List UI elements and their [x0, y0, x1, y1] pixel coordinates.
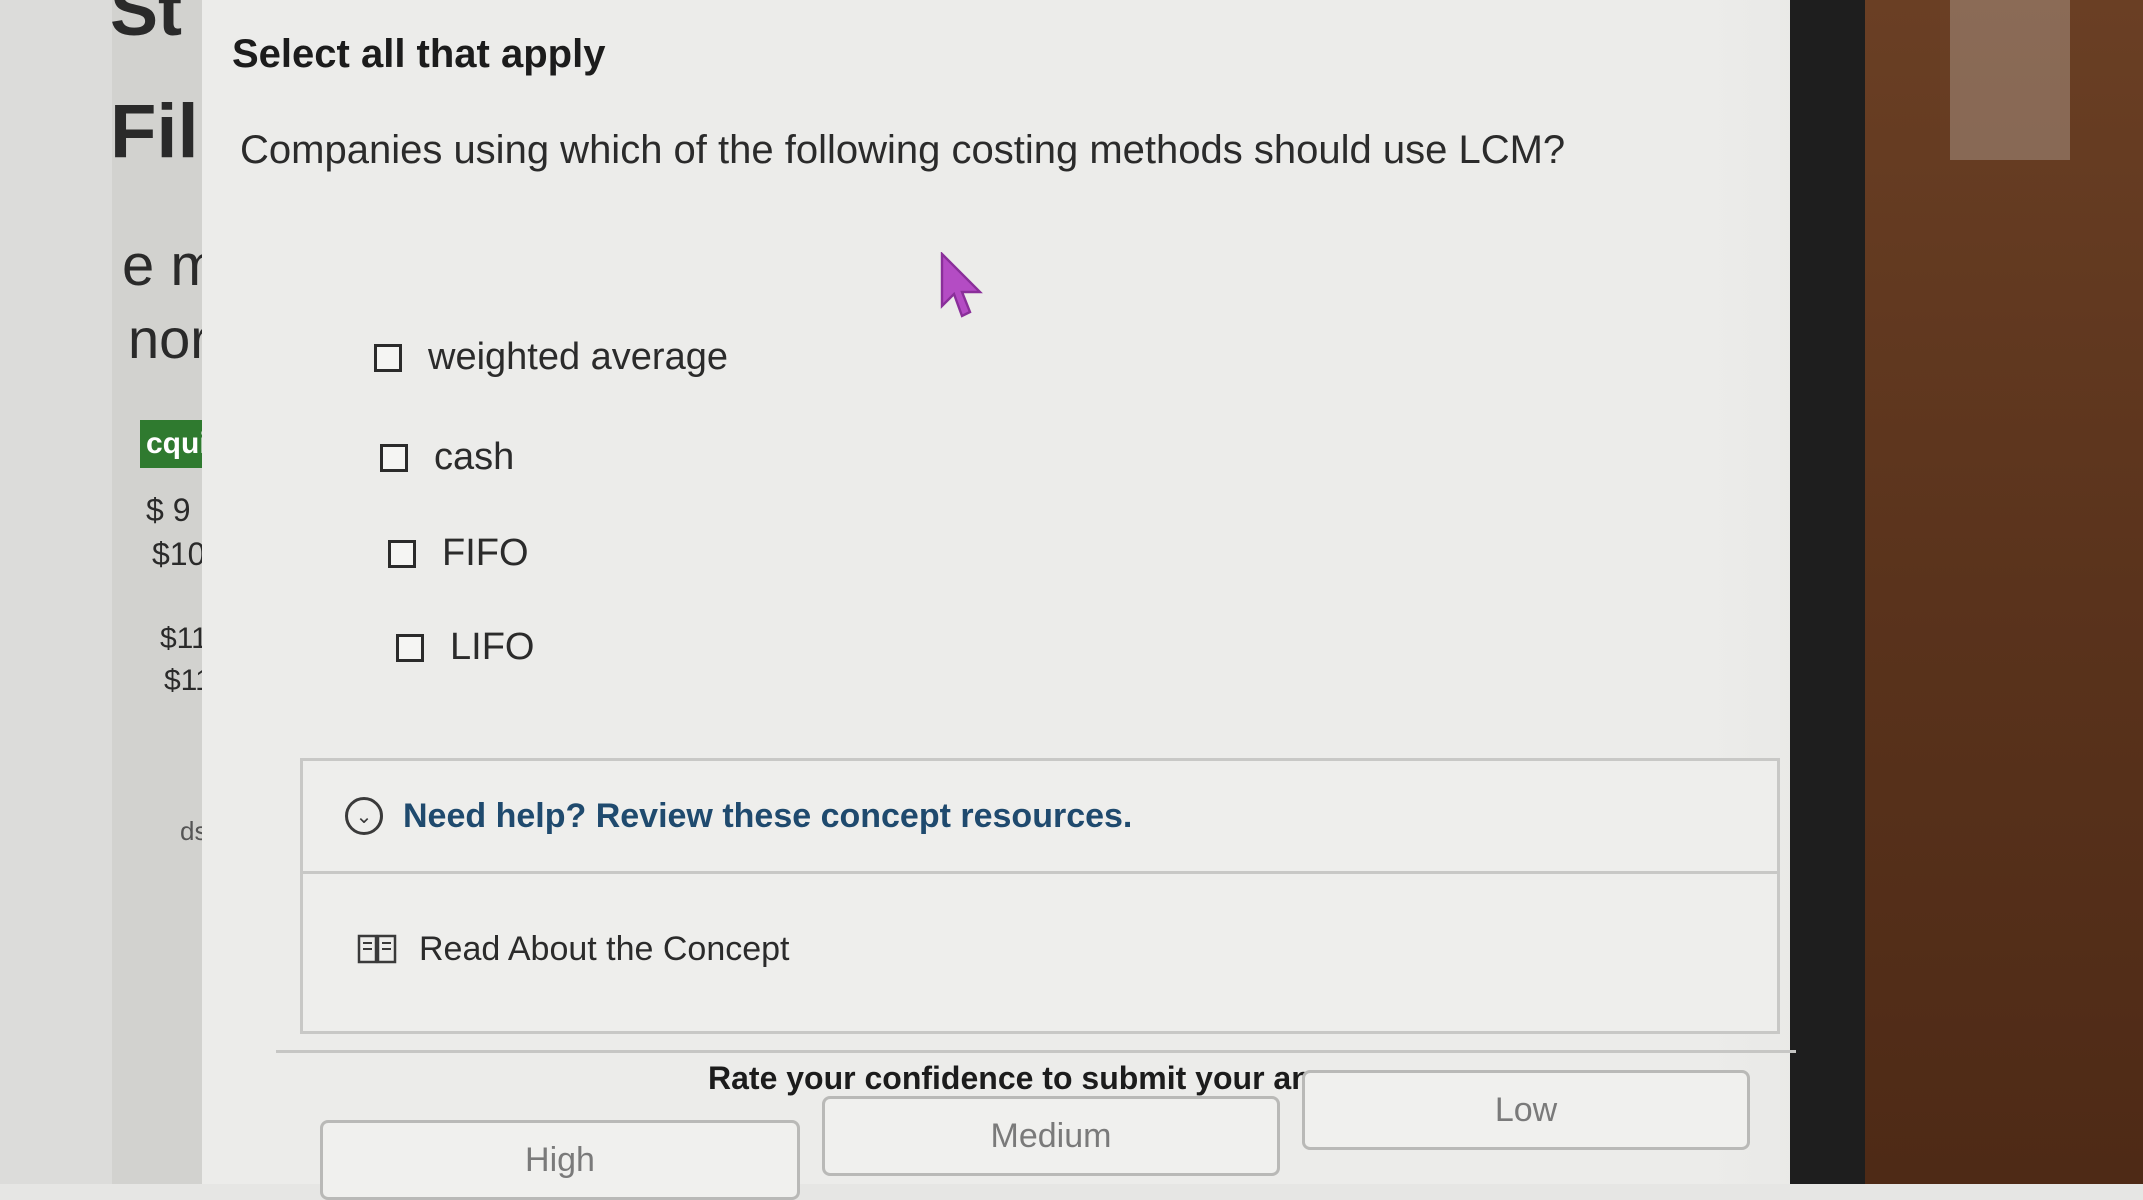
- option-label: cash: [434, 436, 515, 478]
- option-fifo[interactable]: FIFO: [388, 532, 529, 575]
- read-about-label: Read About the Concept: [419, 929, 790, 968]
- bg-value-1: $ 9: [146, 492, 191, 528]
- confidence-medium-button[interactable]: Medium: [822, 1096, 1280, 1176]
- help-toggle-label: Need help? Review these concept resource…: [403, 796, 1133, 835]
- mouse-pointer-icon: [940, 252, 983, 318]
- confidence-low-button[interactable]: Low: [1302, 1070, 1750, 1150]
- bg-value-3: $11: [160, 622, 208, 655]
- confidence-high-button[interactable]: High: [320, 1120, 800, 1200]
- bg-title-fragment: St: [110, 0, 182, 51]
- bg-fil-fragment: Fil: [110, 89, 199, 174]
- option-lifo[interactable]: LIFO: [396, 626, 534, 669]
- checkbox-fifo[interactable]: [388, 539, 416, 568]
- desk-background: [1865, 0, 2143, 1184]
- concept-resources-toggle[interactable]: ⌄ Need help? Review these concept resour…: [303, 761, 1777, 874]
- bg-nor-fragment: nor: [128, 307, 209, 370]
- chevron-down-icon: ⌄: [345, 797, 383, 835]
- bg-value-2: $10: [152, 536, 206, 572]
- option-weighted-average[interactable]: weighted average: [374, 336, 728, 379]
- question-text: Companies using which of the following c…: [240, 128, 1566, 172]
- checkbox-weighted-average[interactable]: [374, 343, 402, 372]
- option-cash[interactable]: cash: [380, 436, 514, 479]
- instruction-heading: Select all that apply: [232, 32, 606, 76]
- option-label: FIFO: [442, 532, 529, 574]
- read-about-concept-link[interactable]: Read About the Concept: [303, 874, 1777, 1024]
- concept-resources-panel: ⌄ Need help? Review these concept resour…: [300, 758, 1780, 1034]
- confidence-prompt: Rate your confidence to submit your answ…: [708, 1060, 1391, 1096]
- checkbox-lifo[interactable]: [396, 633, 424, 662]
- background-panel: [112, 0, 204, 1184]
- divider: [276, 1050, 1796, 1053]
- checkbox-cash[interactable]: [380, 443, 408, 472]
- option-label: LIFO: [450, 626, 535, 668]
- option-label: weighted average: [428, 336, 728, 378]
- book-icon: [357, 934, 397, 964]
